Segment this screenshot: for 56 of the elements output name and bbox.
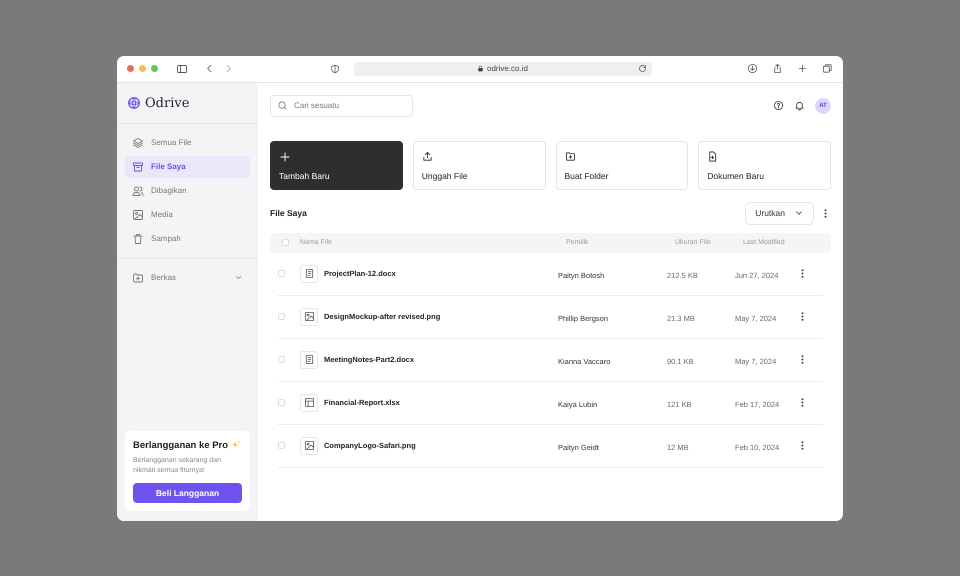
archive-icon: [132, 160, 144, 172]
promo-title: Berlangganan ke Pro: [133, 440, 228, 450]
row-checkbox[interactable]: [278, 356, 285, 363]
sidebar-item[interactable]: Semua File: [125, 132, 250, 154]
document-icon: [304, 268, 314, 279]
spreadsheet-icon: [304, 397, 314, 408]
url-text: odrive.co.id: [487, 64, 528, 73]
section-title: File Saya: [270, 208, 308, 218]
download-icon: [747, 63, 758, 74]
tabs-icon: [822, 63, 833, 74]
new-tab-icon: [797, 63, 808, 74]
shield-icon: [330, 64, 340, 74]
row-checkbox[interactable]: [278, 270, 285, 277]
lock-icon: [477, 65, 484, 72]
plus-icon: [279, 150, 291, 162]
subscribe-button[interactable]: Beli Langganan: [133, 482, 242, 502]
image-icon: [132, 208, 144, 220]
row-checkbox[interactable]: [278, 442, 285, 449]
logo-icon: [127, 96, 141, 110]
folder-icon: [564, 150, 576, 162]
sidebar-item[interactable]: Media: [125, 204, 250, 226]
help-icon: [773, 100, 784, 111]
address-bar[interactable]: odrive.co.id: [354, 62, 652, 76]
image-icon: [304, 440, 314, 451]
share-icon: [772, 63, 783, 74]
sidebar-icon: [176, 62, 188, 74]
zoom-button[interactable]: [151, 65, 158, 72]
sort-dropdown[interactable]: Urutkan: [745, 202, 814, 224]
image-icon: [304, 311, 314, 322]
sidebar-item[interactable]: File Saya: [125, 156, 250, 178]
sidebar-folder[interactable]: Berkas: [125, 266, 250, 288]
users-icon: [132, 184, 144, 196]
row-checkbox[interactable]: [278, 313, 285, 320]
trash-icon: [132, 232, 144, 244]
select-all-checkbox[interactable]: [282, 239, 288, 246]
minimize-button[interactable]: [139, 65, 146, 72]
bell-icon: [794, 100, 805, 111]
upload-icon: [422, 150, 433, 162]
search-field[interactable]: Cari sesuatu: [270, 94, 413, 116]
action-card[interactable]: Buat Folder: [556, 140, 688, 190]
action-card[interactable]: Dokumen Baru: [698, 140, 831, 190]
sparkle-icon: [231, 440, 242, 450]
document-icon: [304, 354, 314, 365]
sidebar-item[interactable]: Sampah: [125, 228, 250, 250]
sidebar-item[interactable]: Dibagikan: [125, 180, 250, 202]
search-icon: [277, 100, 288, 111]
action-card[interactable]: Unggah File: [412, 140, 546, 190]
close-button[interactable]: [127, 65, 134, 72]
row-checkbox[interactable]: [278, 399, 285, 406]
chevron-icon: [234, 273, 243, 282]
reload-icon: [638, 64, 646, 72]
folder-icon: [132, 272, 144, 284]
app-logo: Odrive: [145, 96, 190, 110]
layers-icon: [132, 136, 144, 148]
document-icon: [707, 150, 718, 162]
action-card[interactable]: Tambah Baru: [270, 140, 403, 190]
